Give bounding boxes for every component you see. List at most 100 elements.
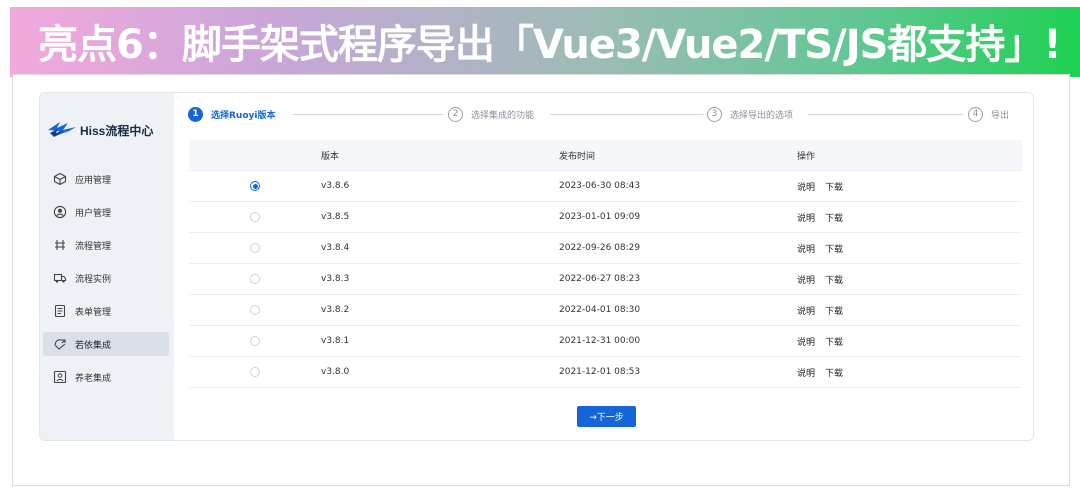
version-radio[interactable] — [250, 181, 260, 191]
export-steps: 1 选择Ruoyi版本 2 选择集成的功能 3 选择导出的选项 4 导出 — [188, 106, 1016, 122]
version-cell: v3.8.2 — [321, 305, 350, 315]
user-circle-icon — [53, 205, 67, 219]
step-connector — [550, 114, 703, 115]
download-link[interactable]: 下载 — [825, 180, 843, 193]
step-3[interactable]: 3 选择导出的选项 — [707, 106, 793, 122]
row-select-cell — [189, 243, 321, 253]
download-link[interactable]: 下载 — [825, 273, 843, 286]
step-label: 选择Ruoyi版本 — [211, 110, 276, 121]
release-time-cell: 2023-06-30 08:43 — [559, 181, 641, 191]
row-select-cell — [189, 181, 321, 191]
banner-title: 亮点6：脚手架式程序导出「Vue3/Vue2/TS/JS都支持」! — [38, 22, 1062, 68]
step-1[interactable]: 1 选择Ruoyi版本 — [188, 106, 275, 122]
sidebar-item-cube[interactable]: 应用管理 — [43, 167, 169, 191]
version-table: 版本 发布时间 操作 v3.8.6 2023-06-30 08:43 说明 下载 v3.… — [189, 140, 1022, 388]
table-body: v3.8.6 2023-06-30 08:43 说明 下载 v3.8.5 2023-01-… — [189, 171, 1022, 388]
next-step-button[interactable]: →下一步 — [577, 406, 636, 427]
sidebar-item-label: 表单管理 — [75, 307, 112, 318]
table-row: v3.8.2 2022-04-01 08:30 说明 下载 — [189, 295, 1022, 326]
header-release-time: 发布时间 — [559, 151, 596, 162]
sidebar: Hiss流程中心 应用管理用户管理流程管理流程实例表单管理若依集成养老集成 — [40, 93, 174, 440]
step-4[interactable]: 4 导出 — [968, 106, 1009, 122]
description-link[interactable]: 说明 — [797, 242, 815, 255]
logo-text: Hiss流程中心 — [80, 123, 154, 138]
version-cell: v3.8.4 — [321, 243, 350, 253]
table-row: v3.8.0 2021-12-01 08:53 说明 下载 — [189, 357, 1022, 388]
download-link[interactable]: 下载 — [825, 304, 843, 317]
download-link[interactable]: 下载 — [825, 366, 843, 379]
app-window: Hiss流程中心 应用管理用户管理流程管理流程实例表单管理若依集成养老集成 1选… — [39, 92, 1034, 441]
actions-cell: 说明 下载 — [797, 242, 1022, 255]
actions-cell: 说明 下载 — [797, 366, 1022, 379]
truck-icon — [53, 273, 67, 283]
step-label: 导出 — [991, 110, 1010, 121]
table-row: v3.8.1 2021-12-31 00:00 说明 下载 — [189, 326, 1022, 357]
description-link[interactable]: 说明 — [797, 335, 815, 348]
version-cell: v3.8.5 — [321, 212, 350, 222]
app-logo[interactable]: Hiss流程中心 — [46, 118, 153, 142]
sidebar-item-label: 应用管理 — [75, 175, 112, 186]
version-radio[interactable] — [250, 305, 260, 315]
release-time-cell: 2022-09-26 08:29 — [559, 243, 641, 253]
version-radio[interactable] — [250, 243, 260, 253]
row-select-cell — [189, 305, 321, 315]
sidebar-item-user-circle[interactable]: 用户管理 — [43, 200, 169, 224]
step-2[interactable]: 2 选择集成的功能 — [448, 106, 534, 122]
sidebar-item-label: 养老集成 — [75, 373, 112, 384]
step-label: 选择导出的选项 — [730, 110, 794, 121]
sidebar-item-form[interactable]: 表单管理 — [43, 299, 169, 323]
actions-cell: 说明 下载 — [797, 273, 1022, 286]
table-row: v3.8.5 2023-01-01 09:09 说明 下载 — [189, 202, 1022, 233]
sidebar-item-label: 用户管理 — [75, 208, 112, 219]
description-link[interactable]: 说明 — [797, 211, 815, 224]
version-radio[interactable] — [250, 274, 260, 284]
download-link[interactable]: 下载 — [825, 242, 843, 255]
form-icon — [54, 304, 66, 318]
logo-swoosh-icon — [48, 122, 76, 137]
table-header: 版本 发布时间 操作 — [189, 140, 1022, 171]
actions-cell: 说明 下载 — [797, 180, 1022, 193]
sidebar-item-label: 流程实例 — [75, 274, 112, 285]
row-select-cell — [189, 336, 321, 346]
version-cell: v3.8.6 — [321, 181, 350, 191]
step-label: 选择集成的功能 — [471, 110, 535, 121]
actions-cell: 说明 下载 — [797, 335, 1022, 348]
step-number: 3 — [707, 106, 722, 122]
step-connector — [292, 114, 444, 115]
version-cell: v3.8.1 — [321, 336, 350, 346]
row-select-cell — [189, 274, 321, 284]
description-link[interactable]: 说明 — [797, 273, 815, 286]
description-link[interactable]: 说明 — [797, 180, 815, 193]
sidebar-item-label: 流程管理 — [75, 241, 112, 252]
flow-icon — [55, 240, 65, 250]
sidebar-item-truck[interactable]: 流程实例 — [43, 266, 169, 290]
description-link[interactable]: 说明 — [797, 366, 815, 379]
sidebar-item-person-card[interactable]: 养老集成 — [43, 365, 169, 389]
table-row: v3.8.3 2022-06-27 08:23 说明 下载 — [189, 264, 1022, 295]
feature-banner: 亮点6：脚手架式程序导出「Vue3/Vue2/TS/JS都支持」! — [10, 7, 1080, 77]
description-link[interactable]: 说明 — [797, 304, 815, 317]
table-row: v3.8.4 2022-09-26 08:29 说明 下载 — [189, 233, 1022, 264]
row-select-cell — [189, 367, 321, 377]
step-number: 2 — [448, 106, 463, 122]
header-version: 版本 — [321, 151, 340, 162]
version-radio[interactable] — [250, 336, 260, 346]
release-time-cell: 2022-04-01 08:30 — [559, 305, 641, 315]
table-row: v3.8.6 2023-06-30 08:43 说明 下载 — [189, 171, 1022, 202]
sidebar-item-integration[interactable]: 若依集成 — [43, 332, 169, 356]
download-link[interactable]: 下载 — [825, 211, 843, 224]
cube-icon — [53, 172, 67, 186]
sidebar-item-label: 若依集成 — [75, 340, 112, 351]
release-time-cell: 2021-12-31 00:00 — [559, 336, 641, 346]
header-actions: 操作 — [797, 151, 816, 162]
version-cell: v3.8.3 — [321, 274, 350, 284]
step-connector — [808, 114, 963, 115]
actions-cell: 说明 下载 — [797, 304, 1022, 317]
sidebar-item-flow[interactable]: 流程管理 — [43, 233, 169, 257]
step-number: 4 — [968, 106, 983, 122]
release-time-cell: 2021-12-01 08:53 — [559, 367, 641, 377]
version-radio[interactable] — [250, 212, 260, 222]
integration-icon — [54, 339, 66, 350]
version-radio[interactable] — [250, 367, 260, 377]
download-link[interactable]: 下载 — [825, 335, 843, 348]
